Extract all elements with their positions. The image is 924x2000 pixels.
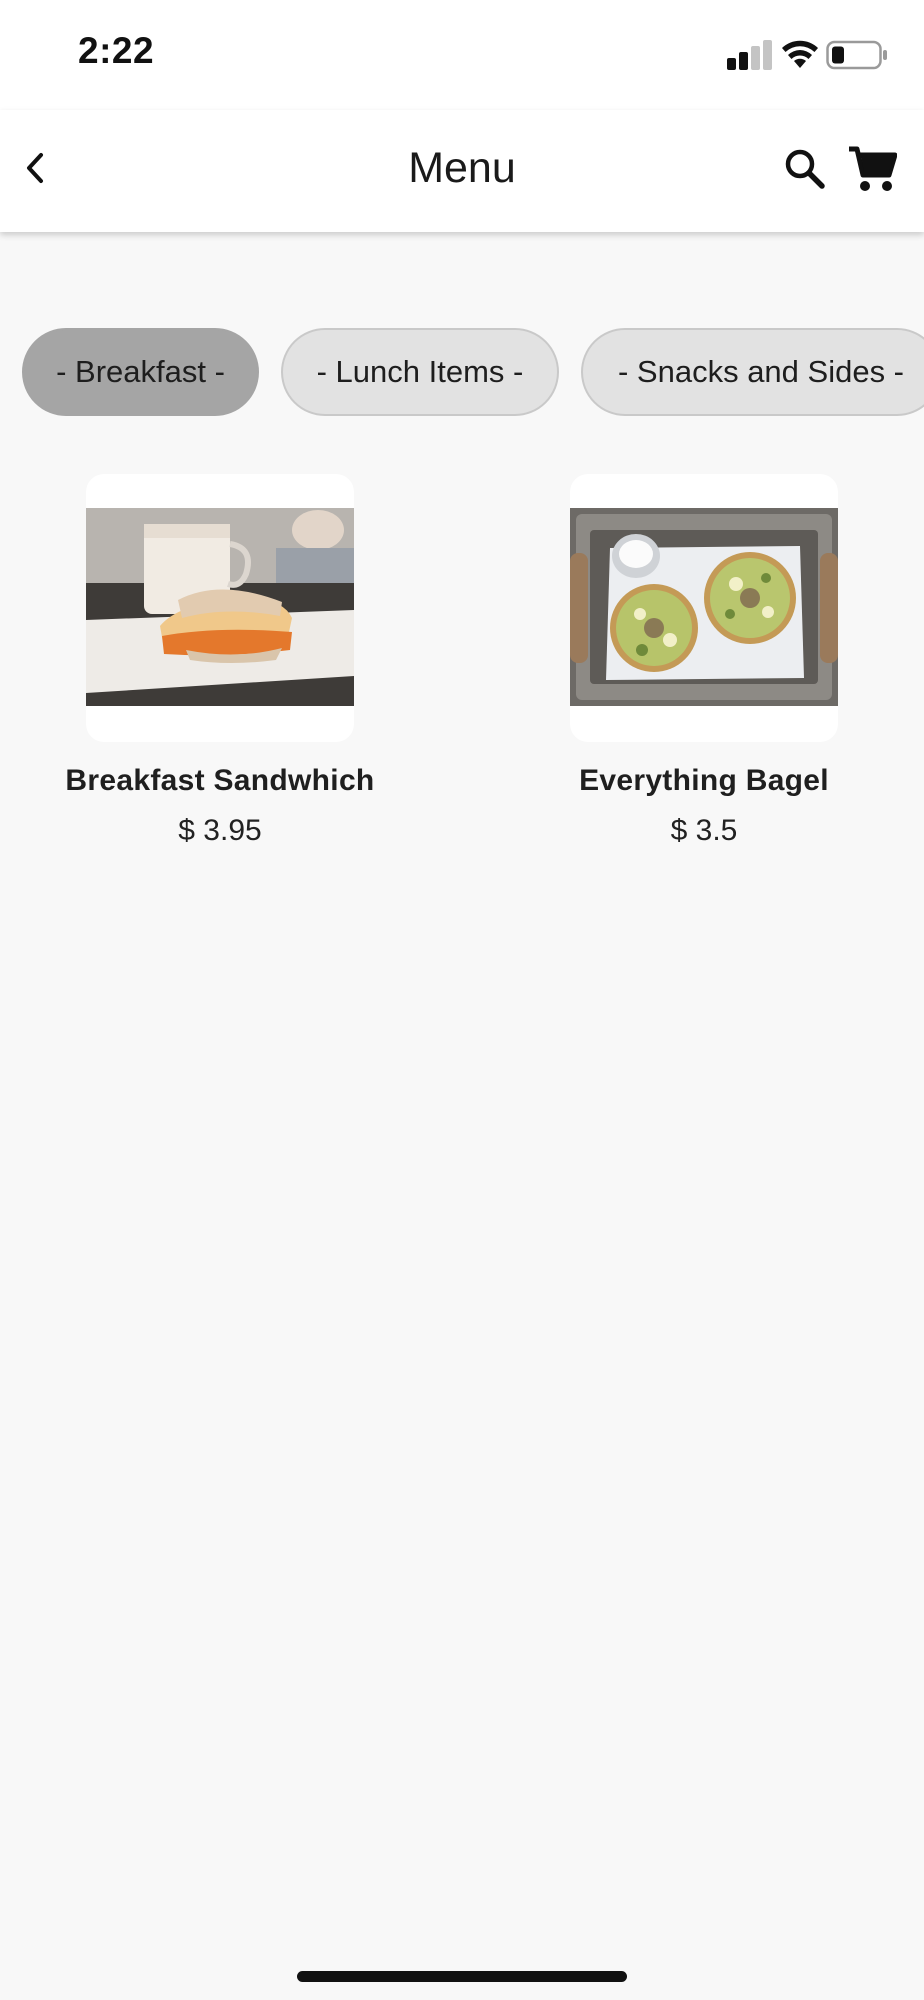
category-tabs: - Breakfast - - Lunch Items - - Snacks a… xyxy=(22,328,924,416)
menu-item-image[interactable] xyxy=(86,474,354,742)
menu-item-price: $ 3.5 xyxy=(670,814,738,847)
breakfast-sandwich-photo xyxy=(86,508,354,706)
tab-breakfast[interactable]: - Breakfast - xyxy=(22,328,259,416)
cellular-signal-icon xyxy=(727,40,775,70)
search-icon xyxy=(785,149,825,189)
menu-item-image[interactable] xyxy=(570,474,838,742)
search-button[interactable] xyxy=(776,140,834,198)
menu-item-price: $ 3.95 xyxy=(178,814,262,847)
app-bar: Menu xyxy=(0,110,924,232)
tab-lunch-items[interactable]: - Lunch Items - xyxy=(281,328,559,416)
battery-low-icon xyxy=(826,40,887,70)
wifi-icon xyxy=(782,40,818,68)
status-bar: 2:22 xyxy=(0,0,924,110)
cart-button[interactable] xyxy=(842,140,902,198)
menu-item-name: Breakfast Sandwhich xyxy=(65,764,375,797)
home-indicator[interactable] xyxy=(297,1971,627,1982)
tab-snacks-and-sides[interactable]: - Snacks and Sides - xyxy=(581,328,924,416)
shopping-cart-icon xyxy=(849,146,897,191)
everything-bagel-photo xyxy=(570,508,838,706)
menu-item-name: Everything Bagel xyxy=(579,764,829,797)
status-time: 2:22 xyxy=(78,30,155,71)
